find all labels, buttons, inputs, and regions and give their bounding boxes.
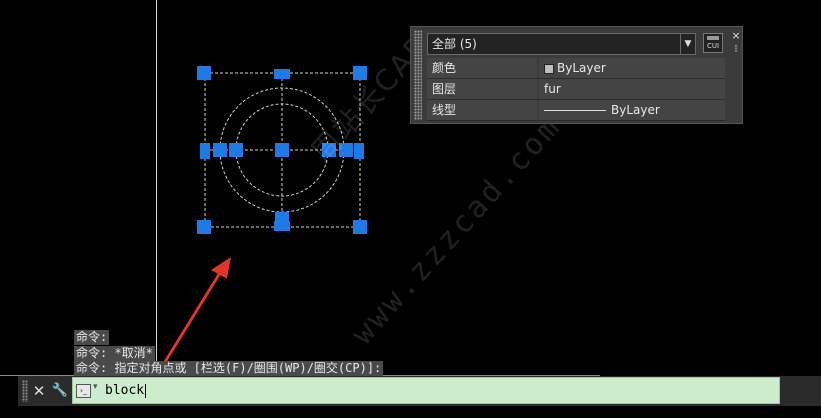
grip-bottom-inner	[275, 212, 289, 226]
grip-center	[275, 143, 289, 157]
close-command-line-icon[interactable]: ✕	[29, 380, 49, 402]
command-input[interactable]: ›_ ▾ block ▲	[72, 377, 780, 404]
recent-commands-chevron-icon[interactable]: ▾	[93, 382, 98, 392]
property-value[interactable]: fur	[539, 79, 725, 99]
palette-grip[interactable]	[414, 30, 422, 120]
cui-label: CUI	[706, 42, 720, 50]
grip-bottom-left	[197, 220, 211, 234]
command-history-line: 命令: 指定对角点或 [栏选(F)/圈围(WP)/圈交(CP)]:	[74, 361, 384, 376]
cui-button[interactable]: CUI	[703, 33, 723, 53]
command-history-line: 命令: *取消*	[74, 346, 155, 361]
command-input-text[interactable]: block	[105, 383, 147, 398]
grip-top-left	[197, 66, 211, 80]
property-value-text: ByLayer	[557, 61, 606, 75]
options-icon[interactable]: ⁝	[730, 43, 742, 55]
color-swatch-icon	[544, 64, 554, 74]
property-value-text: fur	[544, 82, 561, 96]
chevron-down-icon[interactable]: ▼	[680, 34, 695, 54]
grip-top-quadrant	[274, 69, 290, 79]
property-value[interactable]: ByLayer	[539, 100, 725, 120]
grip-right-quadrant	[354, 143, 364, 159]
close-icon[interactable]: ×	[730, 30, 742, 42]
linetype-preview-icon	[544, 110, 606, 111]
grip-bottom-right	[353, 220, 367, 234]
property-key: 图层	[427, 79, 537, 99]
selection-label: 全部 (5)	[432, 37, 477, 51]
command-line-bar[interactable]: ✕ 🔧 ›_ ▾ block ▲	[18, 376, 821, 406]
property-row-color[interactable]: 颜色 ByLayer	[427, 58, 725, 79]
property-key: 颜色	[427, 58, 537, 78]
property-rows: 颜色 ByLayer 图层 fur 线型 ByLayer	[427, 58, 725, 121]
red-arrow-annotation	[158, 257, 231, 371]
grip-inner-left	[229, 143, 243, 157]
property-row-layer[interactable]: 图层 fur	[427, 79, 725, 100]
selection-dropdown[interactable]: 全部 (5) ▼	[427, 33, 696, 55]
quick-properties-palette[interactable]: 全部 (5) ▼ CUI × ⁝ 颜色 ByLayer 图层 fur 线型 By…	[410, 26, 743, 124]
property-key: 线型	[427, 100, 537, 120]
property-row-linetype[interactable]: 线型 ByLayer	[427, 100, 725, 121]
command-history-line: 命令:	[74, 330, 110, 345]
command-prompt-icon[interactable]: ›_	[76, 384, 91, 398]
grip-left-quadrant	[200, 143, 210, 159]
command-input-value: block	[105, 383, 145, 398]
property-value-text: ByLayer	[611, 103, 660, 117]
grip-outer-left	[213, 143, 227, 157]
command-line-grip[interactable]	[22, 380, 28, 402]
text-cursor	[145, 383, 147, 398]
property-value[interactable]: ByLayer	[539, 58, 725, 78]
customize-wrench-icon[interactable]: 🔧	[50, 380, 70, 402]
